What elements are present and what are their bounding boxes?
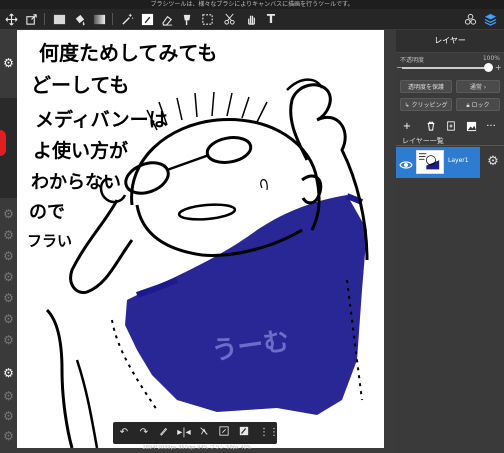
status-bar: 2894*2039px 350dpi 94% ブラシ 50px 40% — [142, 445, 252, 451]
opacity-slider[interactable] — [402, 63, 493, 72]
hand-icon[interactable] — [244, 12, 258, 26]
layer-panel: レイヤー 不透明度 100% − + 透明度を保護 通常 › ↳ クリッピング … — [396, 30, 504, 453]
stack-icon[interactable] — [483, 12, 497, 26]
layer-actions: + ··· — [396, 119, 504, 135]
drawing-canvas[interactable]: うーむ 何度ためしてみても どーしても メディバンーは よ使い方が わからない … — [17, 30, 384, 448]
protect-alpha-button[interactable]: 透明度を保護 — [400, 80, 452, 93]
gear-icon[interactable]: ⚙ — [2, 410, 15, 423]
delete-layer-icon[interactable] — [424, 121, 438, 133]
bottom-toolbar: ↶ ↷ ▸|◂ ⋮⋮ — [113, 422, 279, 444]
gradient-icon[interactable] — [92, 12, 106, 26]
gear-icon[interactable]: ⚙ — [2, 430, 15, 443]
handwriting-line-4: よ使い方が — [33, 139, 128, 162]
layer-list-title: レイヤー一覧 — [396, 136, 504, 146]
layer-name: Layer1 — [448, 157, 469, 164]
opacity-label: 不透明度 — [400, 57, 425, 64]
layer-row[interactable]: Layer1 ⚙ — [396, 147, 504, 178]
blend-mode-select[interactable]: 通常 › — [456, 80, 500, 93]
toolbar-divider — [112, 13, 113, 25]
gear-icon[interactable]: ⚙ — [2, 271, 15, 284]
opacity-slider-knob[interactable] — [484, 63, 493, 72]
lock-icon: 🔒︎ — [466, 102, 470, 109]
clipping-button[interactable]: ↳ クリッピング — [400, 98, 452, 111]
bucket-icon[interactable] — [72, 12, 86, 26]
more-options-icon[interactable]: ··· — [484, 121, 498, 133]
handwriting-line-2: どーしても — [31, 73, 129, 97]
gear-icon[interactable]: ⚙ — [2, 208, 15, 221]
scissors-icon[interactable] — [222, 12, 236, 26]
save-icon[interactable] — [237, 426, 251, 440]
flip-icon[interactable]: ▸|◂ — [177, 426, 191, 440]
handwriting-line-7: フラい — [27, 232, 72, 250]
smudge-icon[interactable] — [180, 12, 194, 26]
pen-tip-icon[interactable] — [157, 426, 171, 440]
drawing-illustration: うーむ 何度ためしてみても どーしても メディバンーは よ使い方が わからない … — [27, 41, 369, 448]
layer-panel-title: レイヤー — [396, 30, 504, 53]
move-icon[interactable] — [4, 12, 18, 26]
active-gear-icon[interactable]: ⚙ — [2, 367, 15, 380]
lock-button[interactable]: 🔒︎ ロック — [456, 98, 500, 111]
gear-icon[interactable]: ⚙ — [2, 250, 15, 263]
transform-icon[interactable] — [24, 12, 38, 26]
handwriting-line-1: 何度ためしてみても — [39, 41, 217, 65]
redo-icon[interactable]: ↷ — [137, 426, 151, 440]
add-layer-icon[interactable]: + — [400, 121, 414, 133]
handwriting-line-6: ので — [29, 202, 65, 223]
pen-icon[interactable] — [140, 12, 154, 26]
gear-icon[interactable]: ⚙ — [2, 229, 15, 242]
clipping-icon: ↳ — [404, 102, 410, 109]
gear-icon[interactable]: ⚙ — [2, 292, 15, 305]
no-snap-icon[interactable] — [197, 426, 211, 440]
layer-settings-gear-icon[interactable]: ⚙ — [486, 155, 500, 169]
clipping-label: クリッピング — [411, 102, 448, 109]
tool-tip-bar: ブラシツールは、様々なブラシによりキャンバスに描画を行うツールです。 — [0, 0, 504, 9]
text-icon[interactable]: T — [264, 12, 278, 26]
grid-icon[interactable]: ⋮⋮ — [259, 426, 279, 440]
opacity-value: 100% — [482, 55, 500, 62]
fill-color-icon[interactable] — [52, 12, 66, 26]
handwriting-line-5: わからない — [31, 172, 121, 193]
magic-wand-icon[interactable] — [120, 12, 134, 26]
handwriting-line-3: メディバンーは — [35, 108, 168, 131]
lasso-icon[interactable] — [200, 12, 214, 26]
eraser-icon[interactable] — [160, 12, 174, 26]
visibility-eye-icon[interactable] — [399, 156, 413, 169]
layers-menu-icon[interactable] — [463, 12, 477, 26]
top-toolbar: T — [0, 9, 504, 30]
gear-icon[interactable]: ⚙ — [2, 334, 15, 347]
toolbar-divider — [44, 13, 45, 25]
blue-scribble — [125, 195, 367, 415]
left-tool-strip: ⚙ ⚙ ⚙ ⚙ ⚙ ⚙ ⚙ ⚙ ⚙ ⚙ ⚙ ⚙ — [0, 30, 17, 453]
opacity-row: 不透明度 100% — [400, 55, 500, 64]
layer-thumbnail — [416, 150, 444, 174]
current-color-marker[interactable] — [0, 130, 6, 156]
chevron-right-icon: › — [483, 84, 487, 91]
undo-icon[interactable]: ↶ — [117, 426, 131, 440]
opacity-increase-button[interactable]: + — [495, 63, 502, 72]
edit-icon[interactable] — [217, 426, 231, 440]
blend-mode-value: 通常 — [469, 84, 482, 91]
layer-thumbnail-icon[interactable] — [464, 121, 478, 133]
gear-icon[interactable]: ⚙ — [2, 390, 15, 403]
lock-label: ロック — [471, 102, 490, 109]
merge-layer-icon[interactable] — [444, 121, 458, 133]
layer-item-selected[interactable]: Layer1 — [396, 147, 480, 178]
gear-icon[interactable]: ⚙ — [2, 313, 15, 326]
settings-gear-icon[interactable]: ⚙ — [2, 57, 15, 70]
